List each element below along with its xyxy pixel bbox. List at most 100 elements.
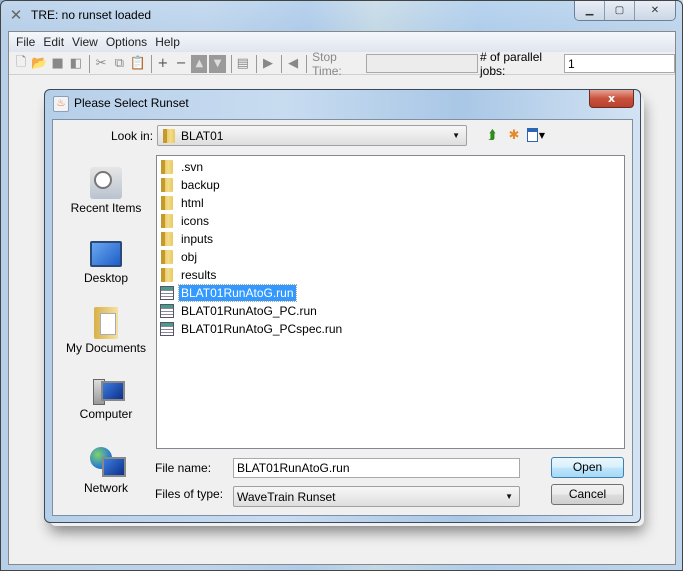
file-name: BLAT01RunAtoG_PC.run [181, 304, 317, 318]
file-name-input[interactable] [233, 458, 520, 478]
move-up-icon[interactable]: ▲ [191, 54, 208, 73]
copy-icon[interactable]: ⧉ [111, 55, 127, 73]
folder-icon [160, 160, 174, 174]
java-icon: ♨ [53, 96, 69, 112]
menu-options[interactable]: Options [102, 35, 151, 49]
folder-icon [160, 214, 174, 228]
dialog-close-button[interactable]: x [589, 90, 634, 108]
network-icon [90, 447, 126, 479]
look-in-value: BLAT01 [181, 128, 224, 143]
paste-icon[interactable]: 📋 [130, 55, 146, 73]
dialog-title: Please Select Runset [74, 96, 189, 110]
parallel-jobs-label: # of parallel jobs: [480, 49, 543, 78]
list-item[interactable]: BLAT01RunAtoG_PC.run [157, 302, 624, 320]
desktop-icon [90, 241, 122, 267]
maximize-icon: ▢ [614, 5, 625, 16]
chevron-down-icon: ▼ [505, 492, 513, 501]
file-name: results [181, 268, 217, 282]
view-icon [527, 128, 538, 142]
menu-edit[interactable]: Edit [39, 35, 68, 49]
title-bar: ✕ TRE: no runset loaded ▁ ▢ ✕ [1, 1, 682, 29]
list-item[interactable]: html [157, 194, 624, 212]
maximize-button[interactable]: ▢ [605, 1, 635, 20]
menu-view[interactable]: View [68, 35, 102, 49]
file-name-label: File name: [155, 461, 212, 475]
place-label: Computer [79, 407, 133, 421]
file-name: html [181, 196, 204, 210]
list-item-selected[interactable]: BLAT01RunAtoG.run [157, 284, 624, 302]
menu-file[interactable]: File [12, 35, 39, 49]
close-icon: ✕ [650, 5, 660, 16]
save-all-icon[interactable]: ◧ [68, 55, 84, 73]
toolbar-separator [281, 54, 282, 73]
list-item[interactable]: icons [157, 212, 624, 230]
place-recent-items[interactable]: Recent Items [63, 167, 149, 231]
tree-icon[interactable]: ▤ [235, 55, 251, 73]
list-item[interactable]: backup [157, 176, 624, 194]
toolbar-separator [255, 54, 257, 73]
list-item[interactable]: .svn [157, 158, 624, 176]
list-item[interactable]: obj [157, 248, 624, 266]
add-icon[interactable]: + [155, 55, 171, 73]
window-title: TRE: no runset loaded [31, 8, 152, 22]
remove-icon[interactable]: − [173, 55, 189, 73]
toolbar: 🗋 📂 ■ ◧ ✂ ⧉ 📋 + − ▲ ▼ ▤ ▶ ◀ Stop Time: #… [9, 49, 675, 78]
file-name: obj [181, 250, 198, 264]
toolbar-separator [150, 54, 152, 73]
place-desktop[interactable]: Desktop [63, 237, 149, 301]
toolbar-separator [306, 54, 308, 73]
view-menu-button[interactable]: ▼ [527, 126, 545, 144]
list-item[interactable]: inputs [157, 230, 624, 248]
files-of-type-value: WaveTrain Runset [237, 490, 336, 504]
save-icon[interactable]: ■ [50, 55, 66, 73]
file-name: inputs [181, 232, 214, 246]
folder-icon [162, 128, 176, 143]
menu-help[interactable]: Help [151, 35, 184, 49]
file-name: BLAT01RunAtoG_PCspec.run [181, 322, 343, 336]
file-list: .svn backup html icons inputs obj result… [156, 155, 625, 449]
up-one-level-icon[interactable]: ⮭ [483, 126, 501, 144]
places-bar: Recent Items Desktop My Documents Comput… [63, 155, 149, 515]
file-name: .svn [181, 160, 204, 174]
stop-time-input[interactable] [366, 54, 478, 73]
computer-icon [91, 377, 125, 405]
dialog-body: Look in: BLAT01 ▼ ⮭ ✱ ▼ Recent Items Des… [52, 119, 633, 516]
close-button[interactable]: ✕ [635, 1, 675, 20]
place-label: My Documents [65, 341, 147, 355]
close-icon: x [607, 92, 616, 105]
recent-items-icon [90, 167, 122, 199]
open-button[interactable]: Open [551, 457, 624, 478]
runset-file-icon [160, 304, 174, 318]
minimize-button[interactable]: ▁ [575, 1, 605, 20]
minimize-icon: ▁ [585, 5, 594, 16]
folder-icon [160, 250, 174, 264]
folder-icon [160, 268, 174, 282]
new-icon[interactable]: 🗋 [13, 55, 29, 73]
stop-icon[interactable]: ◀ [285, 55, 301, 73]
runset-file-icon [160, 322, 174, 336]
parallel-jobs-input[interactable] [564, 54, 675, 73]
cut-icon[interactable]: ✂ [93, 55, 109, 73]
window-controls: ▁ ▢ ✕ [574, 1, 676, 21]
navigation-toolbar: ⮭ ✱ ▼ [483, 126, 545, 144]
place-label: Network [83, 481, 128, 495]
run-icon[interactable]: ▶ [260, 55, 276, 73]
file-name: icons [181, 214, 210, 228]
place-my-documents[interactable]: My Documents [63, 307, 149, 371]
app-icon: ✕ [9, 6, 23, 24]
look-in-combo[interactable]: BLAT01 ▼ [157, 125, 467, 146]
cancel-button[interactable]: Cancel [551, 484, 624, 505]
toolbar-separator [230, 54, 232, 73]
place-label: Recent Items [70, 201, 142, 215]
toolbar-separator [89, 54, 90, 73]
list-item[interactable]: BLAT01RunAtoG_PCspec.run [157, 320, 624, 338]
runset-file-icon [160, 286, 174, 300]
open-icon[interactable]: 📂 [31, 55, 47, 73]
files-of-type-combo[interactable]: WaveTrain Runset ▼ [233, 486, 520, 507]
place-network[interactable]: Network [63, 447, 149, 511]
new-folder-icon[interactable]: ✱ [505, 126, 523, 144]
place-computer[interactable]: Computer [63, 377, 149, 441]
move-down-icon[interactable]: ▼ [209, 54, 226, 73]
select-runset-dialog: ♨ Please Select Runset x Look in: BLAT01… [44, 89, 641, 523]
list-item[interactable]: results [157, 266, 624, 284]
